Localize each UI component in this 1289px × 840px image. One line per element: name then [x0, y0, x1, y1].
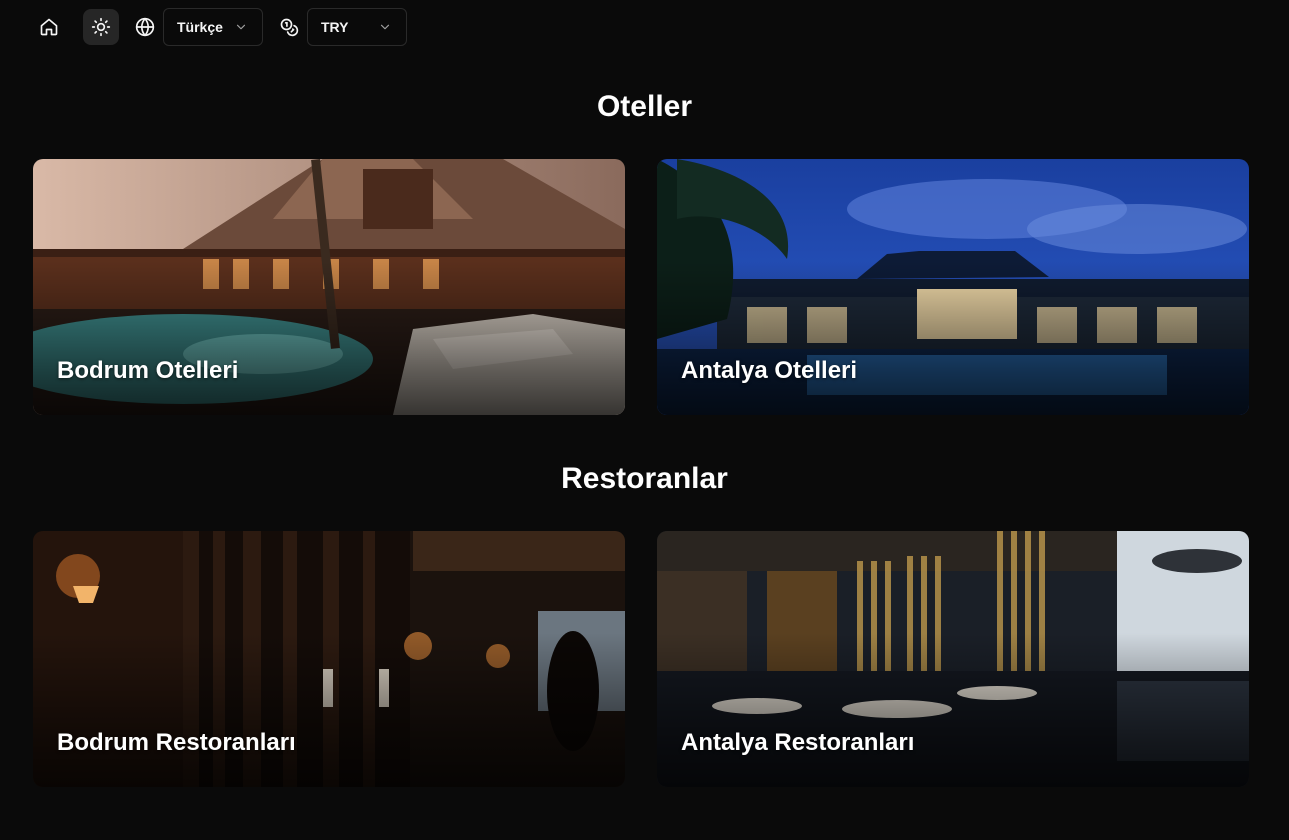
language-select[interactable]: Türkçe — [163, 8, 263, 46]
card-overlay — [33, 261, 625, 415]
home-icon — [40, 18, 58, 36]
card-title: Antalya Otelleri — [681, 357, 858, 384]
currency-select[interactable]: TRY — [307, 8, 407, 46]
globe-icon — [135, 17, 155, 37]
language-icon-wrap — [127, 9, 163, 45]
currency-select-value: TRY — [321, 19, 349, 35]
language-select-value: Türkçe — [177, 19, 223, 35]
top-toolbar: Türkçe TRY — [31, 7, 407, 47]
card-overlay — [657, 633, 1249, 787]
section-title-restaurants: Restoranlar — [561, 462, 728, 495]
chevron-down-icon — [380, 24, 390, 30]
card-overlay — [657, 261, 1249, 415]
home-button[interactable] — [31, 9, 67, 45]
currency-icon-wrap — [271, 9, 307, 45]
card-antalya-hotels[interactable]: Antalya Otelleri — [657, 159, 1249, 415]
section-title-hotels: Oteller — [596, 90, 693, 123]
card-title: Bodrum Otelleri — [57, 357, 239, 384]
card-antalya-restaurants[interactable]: Antalya Restoranları — [657, 531, 1249, 787]
sun-icon — [91, 17, 111, 37]
coins-icon — [280, 18, 299, 37]
card-bodrum-hotels[interactable]: Bodrum Otelleri — [33, 159, 625, 415]
chevron-down-icon — [236, 24, 246, 30]
card-title: Bodrum Restoranları — [57, 729, 296, 756]
theme-toggle-button[interactable] — [83, 9, 119, 45]
card-bodrum-restaurants[interactable]: Bodrum Restoranları — [33, 531, 625, 787]
card-overlay — [33, 633, 625, 787]
card-title: Antalya Restoranları — [681, 729, 915, 756]
